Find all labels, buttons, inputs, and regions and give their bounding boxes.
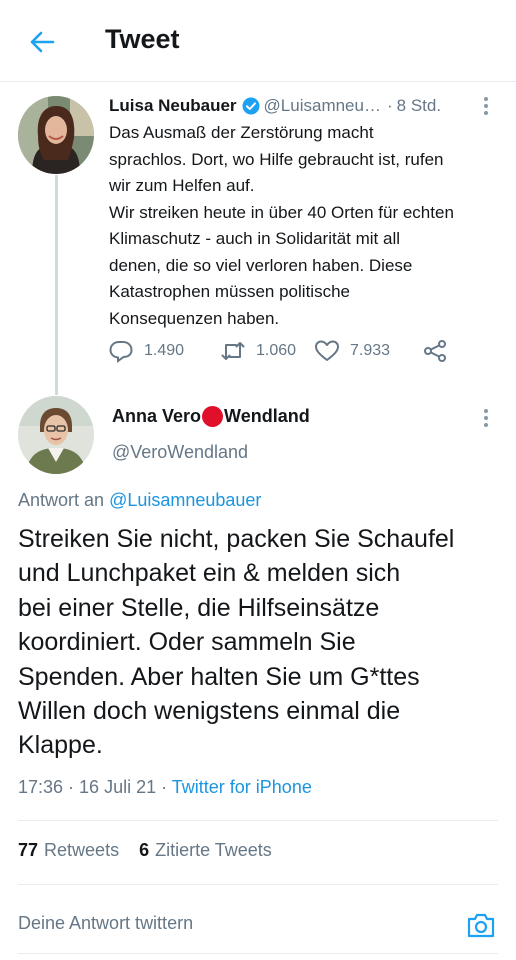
reply-to-mention-link[interactable]: @Luisamneubauer — [109, 490, 261, 510]
share-button[interactable] — [422, 339, 458, 363]
text-line: Streiken Sie nicht, packen Sie Schaufel — [18, 525, 455, 553]
text-line: Spenden. Aber halten Sie um G*ttes — [18, 662, 420, 691]
tweet-action-bar: 1.490 1.060 7.933 — [108, 336, 458, 366]
camera-button[interactable] — [464, 908, 498, 942]
reply-prefix: Antwort an — [18, 490, 105, 510]
verified-icon — [242, 97, 260, 115]
author-name[interactable]: Luisa Neubauer — [109, 96, 237, 116]
separator-dot: · — [386, 96, 393, 115]
text-line: Konsequenzen haben. — [109, 308, 280, 328]
text-line: wir zum Helfen auf. — [109, 176, 255, 195]
text-line: Wir streiken heute in über 40 Orten für … — [109, 202, 454, 222]
retweets-count: 77 — [18, 840, 39, 860]
avatar-luisa[interactable] — [18, 96, 94, 174]
thread-connector-line — [55, 175, 58, 395]
replying-to: Antwort an @Luisamneubauer — [18, 490, 261, 511]
retweets-stat-link[interactable]: 77 Retweets — [18, 840, 119, 861]
more-icon[interactable] — [476, 406, 496, 430]
text-line: Klappe. — [18, 731, 103, 760]
text-line: koordiniert. Oder sammeln Sie — [18, 628, 356, 657]
reply-button[interactable]: 1.490 — [108, 339, 220, 363]
original-tweet-text: Das Ausmaß der Zerstörung macht sprachlo… — [109, 120, 509, 332]
page-title: Tweet — [105, 24, 180, 54]
reply-compose-input[interactable]: Deine Antwort twittern — [18, 913, 193, 934]
text-line: Katastrophen müssen politische — [109, 282, 350, 301]
text-line: Klimaschutz - auch in Solidarität mit al… — [109, 229, 401, 248]
reply-author-name[interactable]: Anna Vero Wendland — [112, 406, 310, 427]
reply-count: 1.490 — [144, 342, 185, 359]
divider — [18, 820, 498, 821]
like-icon — [315, 340, 339, 361]
tweet-timestamp: 17:36 · 16 Juli 21 · — [18, 777, 168, 797]
camera-icon — [467, 913, 495, 938]
arrow-left-icon — [30, 31, 55, 53]
back-button[interactable] — [22, 22, 62, 62]
text-line: und Lunchpaket ein & melden sich — [18, 559, 401, 588]
quotes-stat-link[interactable]: 6 Zitierte Tweets — [139, 840, 272, 861]
retweet-count: 1.060 — [256, 342, 297, 359]
divider — [18, 884, 498, 885]
quotes-label: Zitierte Tweets — [155, 840, 272, 860]
reply-icon — [109, 341, 133, 363]
engagement-stats: 77 Retweets 6 Zitierte Tweets — [18, 840, 292, 861]
reply-author-name-part2: Wendland — [224, 406, 310, 426]
author-handle[interactable]: @Luisamneu… — [264, 96, 381, 116]
avatar-image — [18, 396, 94, 474]
reply-author-name-part1: Anna Vero — [112, 406, 202, 426]
tweet-time[interactable]: 8 Std. — [397, 96, 441, 116]
red-circle-emoji — [202, 406, 224, 427]
retweet-icon — [221, 342, 245, 360]
avatar-image — [18, 96, 94, 174]
like-button[interactable]: 7.933 — [314, 339, 422, 363]
divider — [18, 953, 498, 954]
more-icon[interactable] — [476, 94, 496, 118]
top-bar: Tweet — [0, 0, 516, 82]
text-line: denen, die so viel verloren haben. Diese — [109, 255, 413, 275]
text-line: bei einer Stelle, die Hilfseinsätze — [18, 593, 380, 622]
text-line: Das Ausmaß der Zerstörung macht — [109, 123, 374, 142]
retweets-label: Retweets — [44, 840, 120, 860]
retweet-button[interactable]: 1.060 — [220, 339, 314, 363]
text-line: sprachlos. Dort, wo Hilfe gebraucht ist,… — [109, 149, 444, 169]
tweet-metadata: 17:36 · 16 Juli 21 · Twitter for iPhone — [18, 777, 312, 798]
original-tweet-header: Luisa Neubauer @Luisamneu… · 8 Std. — [109, 94, 499, 118]
reply-author-handle[interactable]: @VeroWendland — [112, 442, 248, 463]
text-line: Willen doch wenigstens einmal die — [18, 697, 401, 726]
reply-tweet-text: Streiken Sie nicht, packen Sie Schaufel … — [18, 522, 508, 763]
share-icon — [424, 340, 446, 362]
tweet-source-link[interactable]: Twitter for iPhone — [172, 777, 312, 797]
avatar-anna[interactable] — [18, 396, 94, 474]
like-count: 7.933 — [350, 342, 391, 359]
quotes-count: 6 — [139, 840, 150, 860]
